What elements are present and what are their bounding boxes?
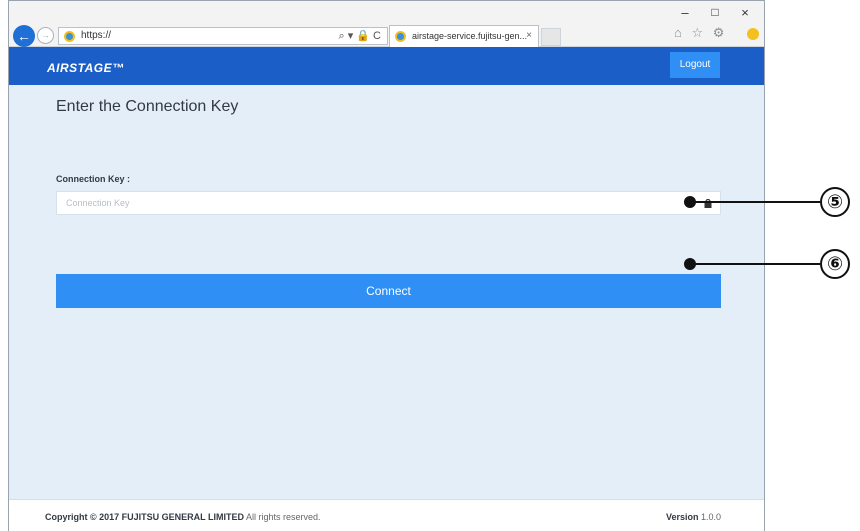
- address-bar[interactable]: https:// ⌕ ▾ 🔒 C: [58, 27, 388, 45]
- callout-number-6: ⑥: [820, 249, 850, 279]
- app-header: AIRSTAGE™ Logout: [9, 47, 764, 85]
- url-text[interactable]: https://: [81, 30, 111, 41]
- address-actions[interactable]: ⌕ ▾ 🔒 C: [339, 29, 382, 43]
- callout-number-5: ⑤: [820, 187, 850, 217]
- toolbar-icons[interactable]: ⌂ ☆ ⚙: [674, 25, 727, 41]
- feedback-smiley-icon[interactable]: [747, 28, 759, 40]
- tab-title: airstage-service.fujitsu-gen...: [412, 31, 528, 41]
- connect-button[interactable]: Connect: [56, 274, 721, 308]
- version-label: Version: [666, 512, 699, 522]
- connection-key-input[interactable]: [57, 192, 720, 214]
- footer: Copyright © 2017 FUJITSU GENERAL LIMITED…: [9, 499, 764, 531]
- tab-close-icon[interactable]: ×: [526, 30, 532, 41]
- copyright-rights: All rights reserved.: [246, 512, 321, 522]
- back-arrow-icon[interactable]: ←: [13, 25, 35, 47]
- site-icon: [64, 31, 75, 42]
- browser-titlebar: ← → https:// ⌕ ▾ 🔒 C airstage-service.fu…: [9, 1, 764, 47]
- minimize-icon[interactable]: –: [677, 5, 693, 20]
- new-tab-button[interactable]: [541, 28, 561, 46]
- connection-key-label: Connection Key :: [56, 174, 131, 184]
- browser-tab[interactable]: airstage-service.fujitsu-gen... ×: [389, 25, 539, 47]
- main-content: Enter the Connection Key Connection Key …: [9, 85, 764, 499]
- version-number: 1.0.0: [701, 512, 722, 522]
- forward-arrow-icon[interactable]: →: [37, 27, 54, 44]
- connection-key-field[interactable]: [56, 191, 721, 215]
- browser-window: ← → https:// ⌕ ▾ 🔒 C airstage-service.fu…: [8, 0, 765, 531]
- close-icon[interactable]: ×: [737, 5, 753, 20]
- page-title: Enter the Connection Key: [56, 98, 239, 115]
- tab-site-icon: [395, 31, 406, 42]
- airstage-logo: AIRSTAGE™: [47, 61, 125, 75]
- maximize-icon[interactable]: □: [707, 5, 723, 19]
- copyright-owner: Copyright © 2017 FUJITSU GENERAL LIMITED: [45, 512, 244, 522]
- copyright-text: Copyright © 2017 FUJITSU GENERAL LIMITED…: [45, 512, 321, 522]
- logout-button[interactable]: Logout: [670, 52, 720, 78]
- lock-icon: [704, 199, 712, 208]
- version-text: Version 1.0.0: [666, 512, 721, 522]
